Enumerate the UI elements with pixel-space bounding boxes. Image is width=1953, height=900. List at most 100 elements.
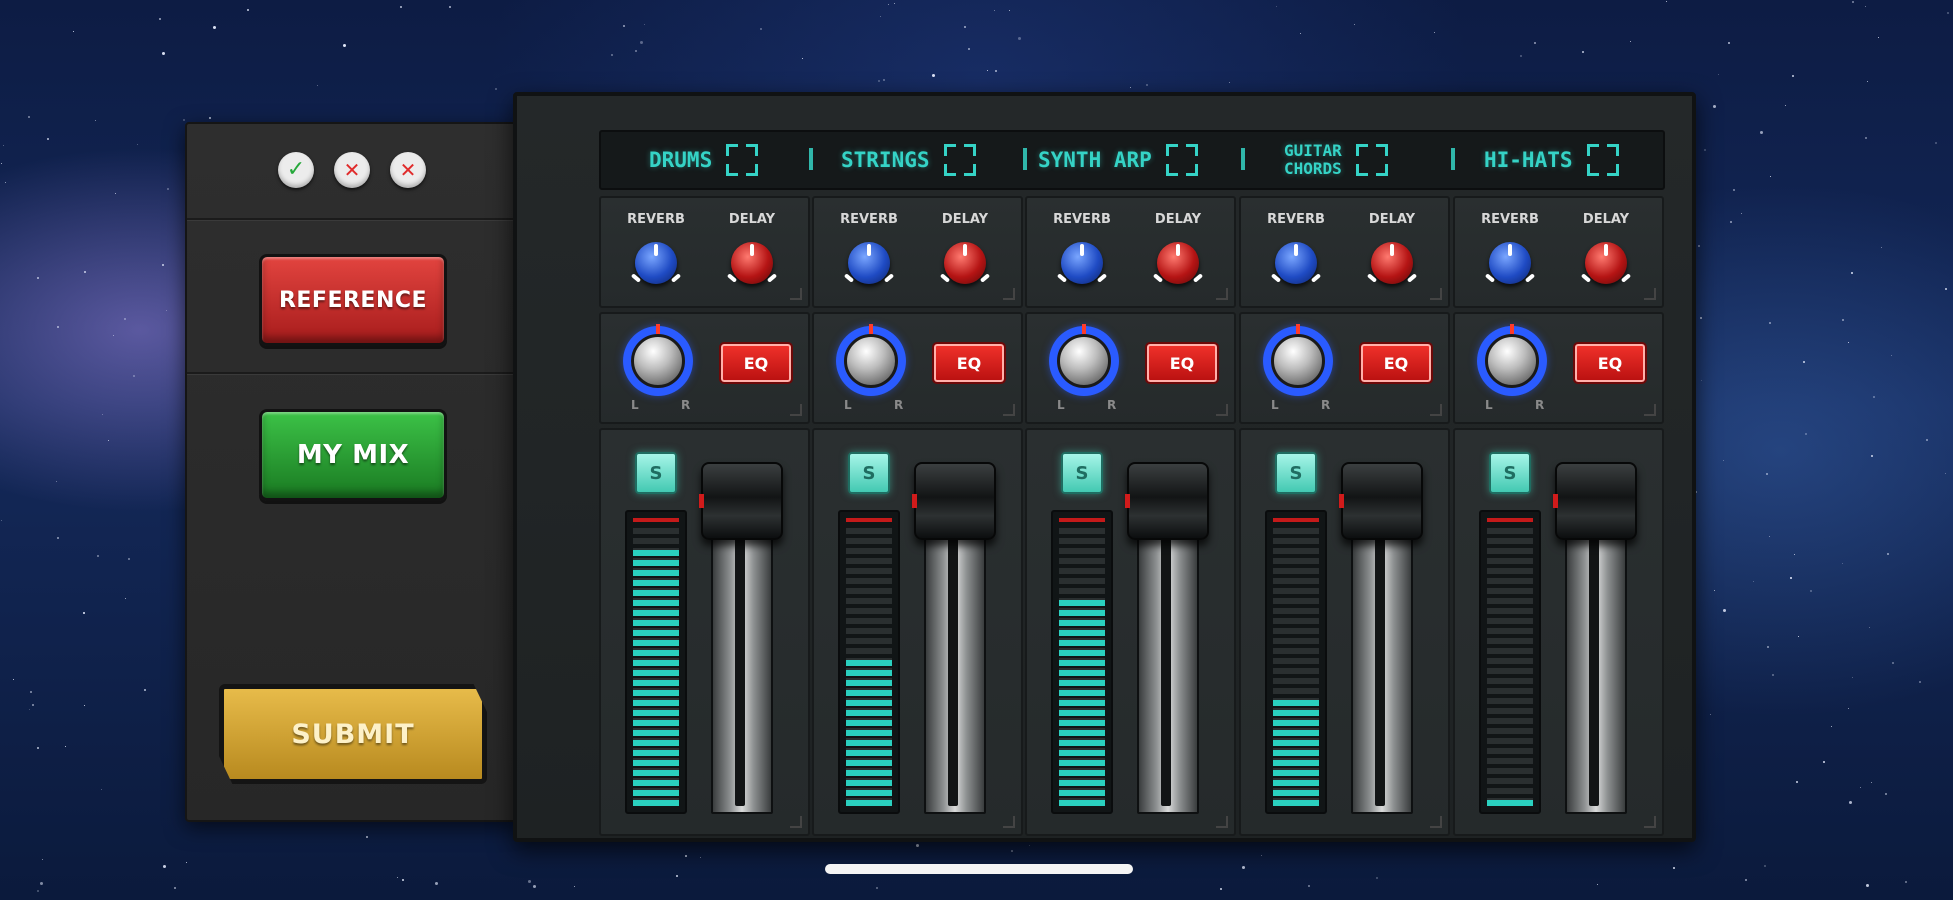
knob-range-marks	[1367, 276, 1417, 288]
star	[1714, 590, 1715, 591]
pan-knob-ring[interactable]	[836, 324, 906, 396]
star	[29, 709, 30, 710]
star	[1772, 674, 1774, 676]
volume-fader-handle[interactable]	[699, 462, 783, 540]
pan-knob-ring[interactable]	[1477, 324, 1547, 396]
star	[1947, 12, 1949, 14]
track-name: HI-HATS	[1484, 148, 1573, 172]
star	[32, 704, 34, 706]
star	[533, 885, 536, 888]
fader-section: S	[1453, 428, 1664, 836]
reference-button[interactable]: REFERENCE	[259, 254, 447, 346]
star	[3, 145, 4, 146]
star	[1885, 793, 1887, 795]
level-meter	[1265, 510, 1327, 814]
corner-marker	[1430, 288, 1442, 300]
eq-button[interactable]: EQ	[719, 342, 793, 384]
corner-marker	[1003, 288, 1015, 300]
star	[102, 414, 103, 415]
check-icon: ✓	[278, 152, 314, 188]
star	[13, 679, 14, 680]
star	[1434, 32, 1435, 33]
solo-button[interactable]: S	[848, 452, 890, 494]
level-meter	[1479, 510, 1541, 814]
corner-marker	[1430, 816, 1442, 828]
star	[574, 886, 575, 887]
reverb-label: REVERB	[840, 212, 898, 227]
star	[144, 689, 146, 691]
pan-knob[interactable]	[1057, 334, 1111, 388]
pan-knob[interactable]	[1271, 334, 1325, 388]
knob-range-marks	[1153, 276, 1203, 288]
peak-indicator	[1273, 518, 1319, 522]
star	[1730, 221, 1732, 223]
separator	[1023, 148, 1027, 170]
pan-section: L R EQ	[1239, 312, 1450, 424]
peak-indicator	[633, 518, 679, 522]
volume-fader-track[interactable]	[1565, 510, 1627, 814]
pan-knob-ring[interactable]	[1263, 324, 1333, 396]
volume-fader-handle[interactable]	[1125, 462, 1209, 540]
star	[1873, 396, 1875, 398]
star	[760, 28, 762, 30]
effects-section: REVERB DELAY	[599, 196, 810, 308]
pan-knob[interactable]	[844, 334, 898, 388]
pan-knob-ring[interactable]	[1049, 324, 1119, 396]
eq-button[interactable]: EQ	[1145, 342, 1219, 384]
star	[1766, 473, 1768, 475]
volume-fader-track[interactable]	[1351, 510, 1413, 814]
volume-fader-track[interactable]	[1137, 510, 1199, 814]
my-mix-button[interactable]: MY MIX	[259, 409, 447, 501]
volume-fader-track[interactable]	[924, 510, 986, 814]
volume-fader-handle[interactable]	[1553, 462, 1637, 540]
star	[1029, 845, 1030, 846]
corner-marker	[790, 816, 802, 828]
focus-icon[interactable]	[1165, 144, 1198, 176]
star	[968, 48, 970, 50]
reverb-label: REVERB	[627, 212, 685, 227]
focus-icon[interactable]	[726, 144, 759, 176]
pan-right-label: R	[894, 398, 904, 412]
pan-knob[interactable]	[1485, 334, 1539, 388]
channel-strip-strings: REVERB DELAY L R EQ S	[812, 196, 1023, 836]
track-label-drums[interactable]: DRUMS	[649, 132, 759, 188]
star	[1767, 646, 1769, 648]
focus-icon[interactable]	[943, 144, 976, 176]
star	[73, 31, 74, 32]
volume-fader-handle[interactable]	[1339, 462, 1423, 540]
fader-section: S	[812, 428, 1023, 836]
volume-fader-track[interactable]	[711, 510, 773, 814]
track-label-hi-hats[interactable]: HI-HATS	[1484, 132, 1619, 188]
submit-button[interactable]: SUBMIT	[219, 684, 487, 784]
star	[623, 25, 625, 27]
pan-knob-ring[interactable]	[623, 324, 693, 396]
pan-knob[interactable]	[631, 334, 685, 388]
eq-button[interactable]: EQ	[932, 342, 1006, 384]
solo-button[interactable]: S	[635, 452, 677, 494]
track-name-line1: GUITAR	[1284, 141, 1342, 160]
star	[1851, 272, 1853, 274]
volume-fader-handle[interactable]	[912, 462, 996, 540]
star	[1905, 881, 1907, 883]
track-label-synth-arp[interactable]: SYNTH ARP	[1038, 132, 1198, 188]
star	[1718, 74, 1719, 75]
star	[1842, 563, 1843, 564]
corner-marker	[790, 404, 802, 416]
solo-button[interactable]: S	[1061, 452, 1103, 494]
focus-icon[interactable]	[1355, 144, 1388, 176]
fader-section: S	[599, 428, 810, 836]
star	[1009, 10, 1010, 11]
track-label-strings[interactable]: STRINGS	[841, 132, 976, 188]
solo-button[interactable]: S	[1489, 452, 1531, 494]
star	[1308, 885, 1310, 887]
focus-icon[interactable]	[1586, 144, 1619, 176]
pan-left-label: L	[1271, 398, 1279, 412]
knob-range-marks	[1057, 276, 1107, 288]
knob-range-marks	[1485, 276, 1535, 288]
eq-button[interactable]: EQ	[1359, 342, 1433, 384]
corner-marker	[1216, 816, 1228, 828]
track-label-guitar-chords[interactable]: GUITAR CHORDS	[1284, 132, 1388, 188]
solo-button[interactable]: S	[1275, 452, 1317, 494]
eq-button[interactable]: EQ	[1573, 342, 1647, 384]
peak-indicator	[846, 518, 892, 522]
